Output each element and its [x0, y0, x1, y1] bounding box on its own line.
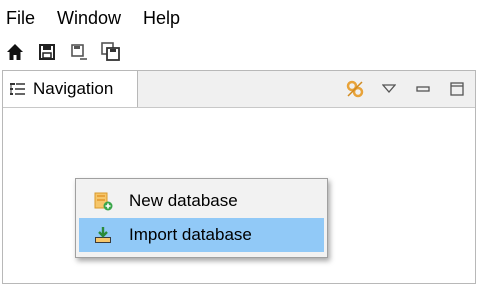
tab-navigation[interactable]: Navigation	[2, 70, 138, 107]
view-menu-icon	[382, 84, 396, 93]
menu-help[interactable]: Help	[143, 8, 180, 29]
save-all-icon	[101, 42, 120, 61]
view-header: Navigation	[2, 70, 475, 108]
menu-bar: File Window Help	[0, 0, 478, 36]
maximize-icon	[450, 82, 464, 96]
menu-item-new-database[interactable]: New database	[79, 184, 324, 218]
link-settings-icon	[346, 80, 364, 98]
view-menu-button[interactable]	[379, 79, 399, 99]
new-database-icon	[93, 191, 113, 211]
import-database-icon	[93, 225, 113, 245]
navigation-tree-icon	[9, 80, 27, 98]
save-all-button[interactable]	[100, 41, 122, 63]
minimize-button[interactable]	[413, 79, 433, 99]
link-settings-button[interactable]	[345, 79, 365, 99]
home-icon	[7, 44, 23, 60]
context-menu: New database Import database	[75, 178, 328, 258]
main-toolbar	[4, 38, 122, 66]
view-tools	[345, 77, 467, 101]
maximize-button[interactable]	[447, 79, 467, 99]
menu-file[interactable]: File	[6, 8, 35, 29]
save-icon	[39, 44, 55, 60]
home-button[interactable]	[4, 41, 26, 63]
menu-window[interactable]: Window	[57, 8, 121, 29]
menu-item-import-database[interactable]: Import database	[79, 218, 324, 252]
menu-item-label: New database	[129, 191, 238, 210]
save-as-icon	[71, 44, 87, 60]
menu-item-label: Import database	[129, 225, 252, 244]
save-button[interactable]	[36, 41, 58, 63]
minimize-icon	[416, 86, 430, 92]
tab-label: Navigation	[33, 79, 114, 98]
save-as-button[interactable]	[68, 41, 90, 63]
